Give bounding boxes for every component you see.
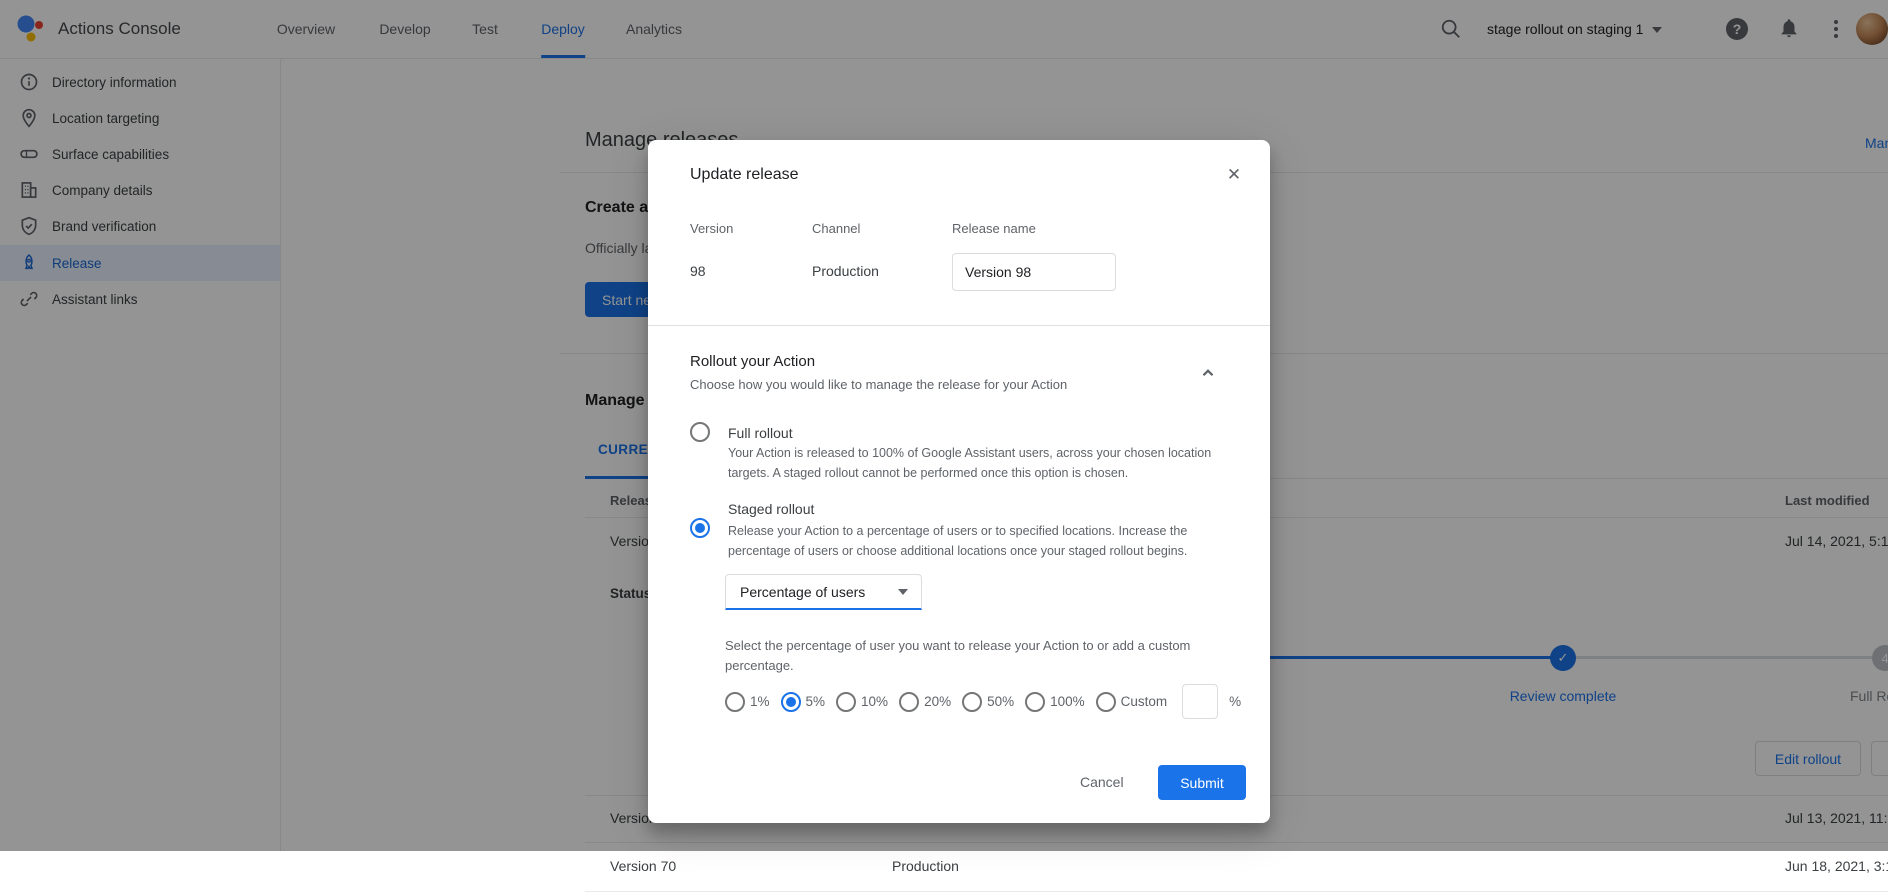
percent-unit-label: % (1229, 694, 1241, 709)
rollout-type-value: Percentage of users (740, 584, 865, 600)
dialog-title: Update release (690, 166, 799, 184)
percent-option-10[interactable]: 10% (836, 692, 888, 712)
percent-radio[interactable] (1025, 692, 1045, 712)
percent-option-20[interactable]: 20% (899, 692, 951, 712)
channel-label: Channel (812, 221, 860, 236)
percent-option-label: 20% (924, 694, 951, 709)
cancel-button[interactable]: Cancel (1072, 770, 1132, 794)
percent-radio[interactable] (962, 692, 982, 712)
staged-rollout-radio[interactable] (690, 518, 710, 538)
percent-radio[interactable] (899, 692, 919, 712)
percent-option-label: 1% (750, 694, 770, 709)
full-rollout-description-line1: Your Action is released to 100% of Googl… (728, 446, 1211, 460)
percent-option-custom[interactable]: Custom (1096, 692, 1168, 712)
percent-radio[interactable] (836, 692, 856, 712)
rollout-section-title: Rollout your Action (690, 353, 815, 370)
percent-option-label: 5% (806, 694, 826, 709)
percent-option-label: Custom (1121, 694, 1168, 709)
close-icon[interactable]: ✕ (1222, 163, 1246, 187)
percent-option-5[interactable]: 5% (781, 692, 826, 712)
percent-radio[interactable] (725, 692, 745, 712)
channel-value: Production (812, 263, 879, 279)
full-rollout-description-line2: targets. A staged rollout cannot be perf… (728, 466, 1128, 480)
percent-radio[interactable] (1096, 692, 1116, 712)
last-modified-cell: Jun 18, 2021, 3:10:25 PM (1785, 858, 1888, 874)
rollout-type-select[interactable]: Percentage of users (725, 574, 922, 610)
channel-cell: Production (892, 858, 959, 874)
collapse-rollout-chevron-icon[interactable] (1199, 364, 1217, 382)
percent-option-1[interactable]: 1% (725, 692, 770, 712)
full-rollout-label: Full rollout (728, 425, 793, 441)
percent-option-label: 10% (861, 694, 888, 709)
release-name-cell: Version 70 (610, 858, 676, 874)
staged-rollout-description-line1: Release your Action to a percentage of u… (728, 524, 1187, 538)
release-name-input[interactable] (952, 253, 1116, 291)
percent-option-100[interactable]: 100% (1025, 692, 1085, 712)
submit-button[interactable]: Submit (1158, 765, 1246, 800)
release-name-label: Release name (952, 221, 1036, 236)
percent-radio-selected[interactable] (781, 692, 801, 712)
custom-percentage-input[interactable] (1182, 684, 1218, 719)
version-value: 98 (690, 263, 706, 279)
percent-option-label: 100% (1050, 694, 1085, 709)
staged-rollout-description-line2: percentage of users or choose additional… (728, 544, 1187, 558)
full-rollout-radio[interactable] (690, 422, 710, 442)
percentage-hint-line1: Select the percentage of user you want t… (725, 638, 1190, 653)
percentage-options-row: 1% 5% 10% 20% 50% 100% Custom % (725, 684, 1241, 719)
percentage-hint-line2: percentage. (725, 658, 794, 673)
percent-option-label: 50% (987, 694, 1014, 709)
select-caret-icon (898, 589, 908, 595)
version-label: Version (690, 221, 733, 236)
rollout-section-subtitle: Choose how you would like to manage the … (690, 377, 1067, 392)
staged-rollout-label: Staged rollout (728, 501, 814, 517)
dialog-divider (648, 325, 1270, 326)
percent-option-50[interactable]: 50% (962, 692, 1014, 712)
update-release-dialog: Update release ✕ Version Channel Release… (648, 140, 1270, 823)
